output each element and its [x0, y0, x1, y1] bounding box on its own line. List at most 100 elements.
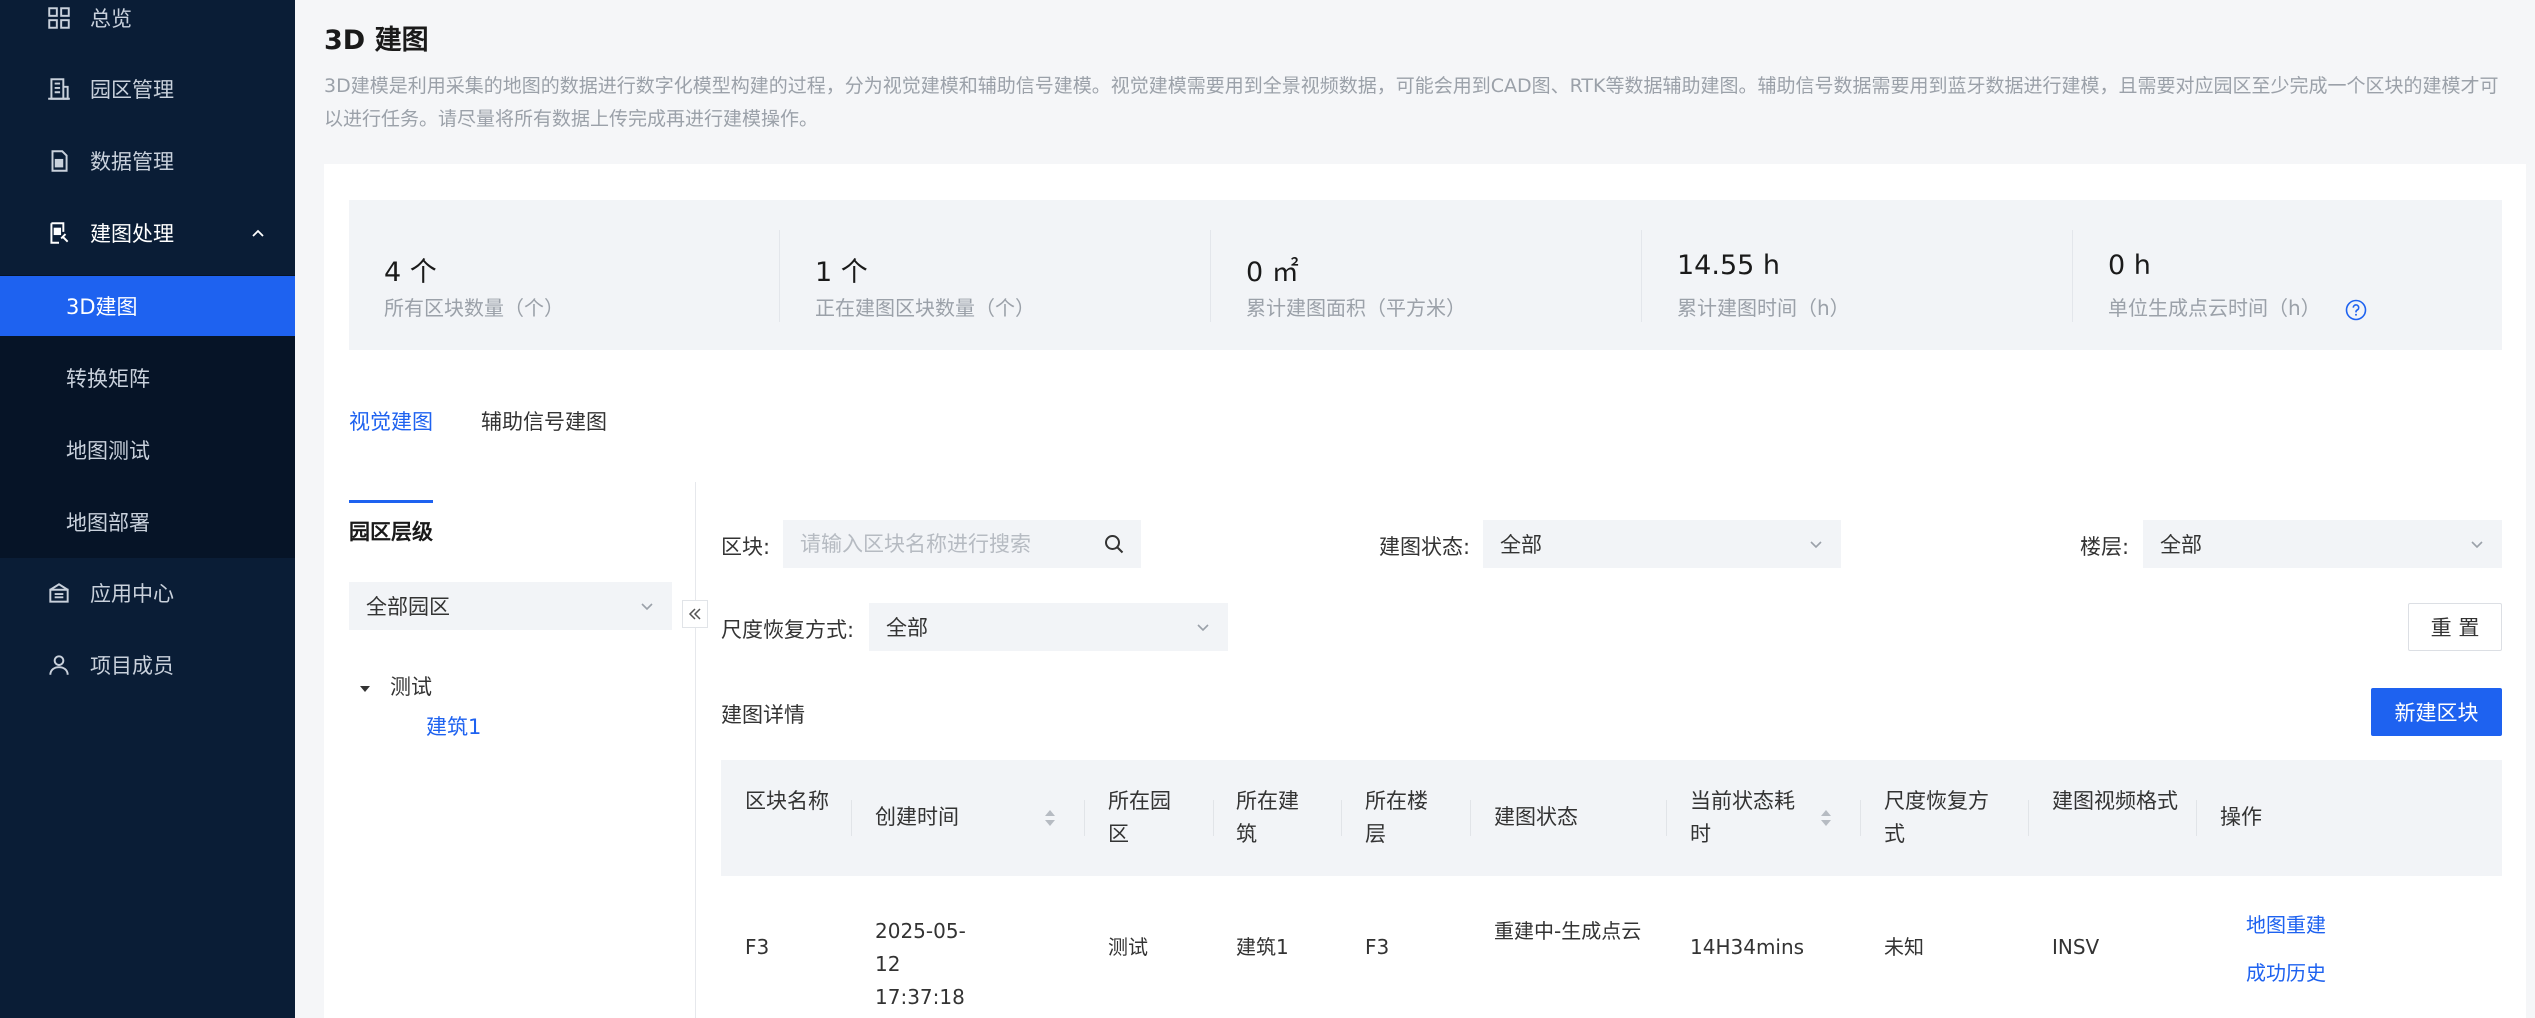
stats-bar: 4 个 所有区块数量（个） 1 个 正在建图区块数量（个） 0 ㎡ 累计建图面积… — [349, 200, 2502, 350]
stat-label: 单位生成点云时间（h） — [2108, 296, 2321, 320]
sidebar-item-app-center[interactable]: 应用中心 — [0, 563, 295, 623]
page-title: 3D 建图 — [324, 25, 429, 56]
cell-floor: F3 — [1365, 935, 1390, 959]
status-select[interactable]: 全部 — [1483, 520, 1841, 568]
park-select[interactable]: 全部园区 — [349, 582, 672, 630]
sidebar-subitem-map-deploy[interactable]: 地图部署 — [0, 492, 295, 552]
sidebar-subitem-transform-matrix[interactable]: 转换矩阵 — [0, 348, 295, 408]
stat-mapping-blocks: 1 个 正在建图区块数量（个） — [780, 200, 1210, 350]
sidebar-subitem-label: 地图部署 — [66, 511, 150, 535]
search-icon[interactable] — [1103, 533, 1125, 555]
status-select-value: 全部 — [1500, 533, 1542, 557]
double-chevron-left-icon — [688, 608, 701, 620]
status-filter-label: 建图状态: — [1379, 535, 1471, 559]
th-separator — [1213, 800, 1214, 836]
panel-divider — [695, 482, 696, 1018]
cell-block-name: F3 — [745, 935, 770, 959]
sidebar-item-label: 总览 — [90, 7, 132, 31]
page-description: 3D建模是利用采集的地图的数据进行数字化模型构建的过程，分为视觉建模和辅助信号建… — [324, 75, 2499, 130]
stat-unit-time: 0 h 单位生成点云时间（h） — [2073, 200, 2502, 350]
sidebar-item-park-management[interactable]: 园区管理 — [0, 59, 295, 119]
th-scale: 尺度恢复方式 — [1884, 789, 1989, 846]
rebuild-map-link[interactable]: 地图重建 — [2246, 909, 2326, 938]
sidebar-item-label: 项目成员 — [90, 654, 174, 678]
sidebar-subitem-label: 地图测试 — [66, 439, 150, 463]
cell-building: 建筑1 — [1236, 935, 1289, 959]
cell-scale: 未知 — [1884, 935, 1924, 959]
block-search-input[interactable] — [783, 520, 1141, 568]
scale-filter-label: 尺度恢复方式: — [721, 618, 855, 642]
new-block-button[interactable]: 新建区块 — [2371, 688, 2502, 736]
th-separator — [2196, 800, 2197, 836]
chevron-down-icon — [1197, 624, 1209, 632]
th-building: 所在建筑 — [1236, 789, 1299, 846]
scale-select-value: 全部 — [886, 616, 928, 640]
th-separator — [1084, 800, 1085, 836]
sidebar-subitem-map-test[interactable]: 地图测试 — [0, 420, 295, 480]
sort-icon[interactable] — [1043, 806, 1057, 830]
collapse-panel-button[interactable] — [682, 600, 708, 628]
th-separator — [1470, 800, 1471, 836]
section-title: 建图详情 — [721, 703, 805, 727]
caret-down-icon[interactable] — [358, 682, 372, 696]
th-separator — [1341, 800, 1342, 836]
app-center-icon — [49, 583, 69, 603]
sidebar-item-label: 建图处理 — [90, 222, 174, 246]
chevron-up-icon[interactable] — [250, 225, 266, 241]
map-process-icon — [50, 222, 69, 244]
sidebar-item-label: 园区管理 — [90, 78, 174, 102]
th-separator — [851, 800, 852, 836]
stat-value: 4 个 — [384, 257, 437, 288]
grid-icon — [48, 7, 70, 29]
th-separator — [2028, 800, 2029, 836]
stat-value: 14.55 h — [1677, 250, 1780, 281]
floor-select-value: 全部 — [2160, 533, 2202, 557]
th-video-format: 建图视频格式 — [2052, 789, 2178, 813]
database-icon — [51, 150, 68, 172]
building-icon — [48, 78, 70, 100]
stat-total-area: 0 ㎡ 累计建图面积（平方米） — [1211, 200, 1641, 350]
sidebar-subitem-label: 转换矩阵 — [66, 367, 150, 391]
sort-icon[interactable] — [1819, 806, 1833, 830]
sidebar: 总览 园区管理 数据管理 建图处理 3D建图 转换矩阵 地图测试 地图部署 应用… — [0, 0, 295, 1018]
sidebar-subitem-3d-mapping[interactable]: 3D建图 — [0, 276, 295, 336]
sidebar-item-overview[interactable]: 总览 — [0, 0, 295, 48]
sidebar-item-project-members[interactable]: 项目成员 — [0, 635, 295, 695]
stat-value: 0 h — [2108, 250, 2151, 281]
stat-total-blocks: 4 个 所有区块数量（个） — [349, 200, 779, 350]
stat-label: 累计建图面积（平方米） — [1246, 296, 1466, 320]
stat-total-time: 14.55 h 累计建图时间（h） — [1642, 200, 2072, 350]
th-actions: 操作 — [2220, 805, 2262, 829]
th-block-name: 区块名称 — [745, 789, 829, 813]
tree-panel-title: 园区层级 — [349, 520, 433, 544]
floor-select[interactable]: 全部 — [2143, 520, 2502, 568]
th-separator — [1860, 800, 1861, 836]
stat-value: 1 个 — [815, 257, 868, 288]
success-history-link[interactable]: 成功历史 — [2246, 957, 2326, 986]
tab-visual-mapping[interactable]: 视觉建图 — [349, 406, 433, 436]
park-select-value: 全部园区 — [366, 595, 450, 619]
sidebar-item-data-management[interactable]: 数据管理 — [0, 131, 295, 191]
sidebar-item-map-processing[interactable]: 建图处理 — [0, 203, 295, 263]
chevron-down-icon — [2471, 541, 2483, 549]
user-icon — [49, 655, 69, 675]
help-icon[interactable] — [2345, 299, 2367, 321]
reset-button[interactable]: 重 置 — [2408, 603, 2502, 651]
chevron-down-icon — [641, 603, 653, 611]
tree-node-building[interactable]: 建筑1 — [426, 711, 481, 741]
sidebar-item-label: 数据管理 — [90, 150, 174, 174]
tab-active-indicator — [349, 500, 433, 503]
th-floor: 所在楼层 — [1365, 789, 1428, 846]
cell-status: 重建中-生成点云 — [1494, 919, 1642, 943]
th-separator — [1666, 800, 1667, 836]
scale-select[interactable]: 全部 — [869, 603, 1228, 651]
th-elapsed: 当前状态耗时 — [1690, 789, 1795, 846]
stat-value: 0 ㎡ — [1246, 257, 1299, 288]
chevron-down-icon — [1810, 541, 1822, 549]
stat-label: 累计建图时间（h） — [1677, 296, 1850, 320]
floor-filter-label: 楼层: — [2080, 535, 2130, 559]
tab-signal-mapping[interactable]: 辅助信号建图 — [481, 406, 607, 436]
cell-video-format: INSV — [2052, 935, 2100, 959]
cell-park: 测试 — [1108, 935, 1148, 959]
tree-node-park[interactable]: 测试 — [390, 671, 432, 701]
